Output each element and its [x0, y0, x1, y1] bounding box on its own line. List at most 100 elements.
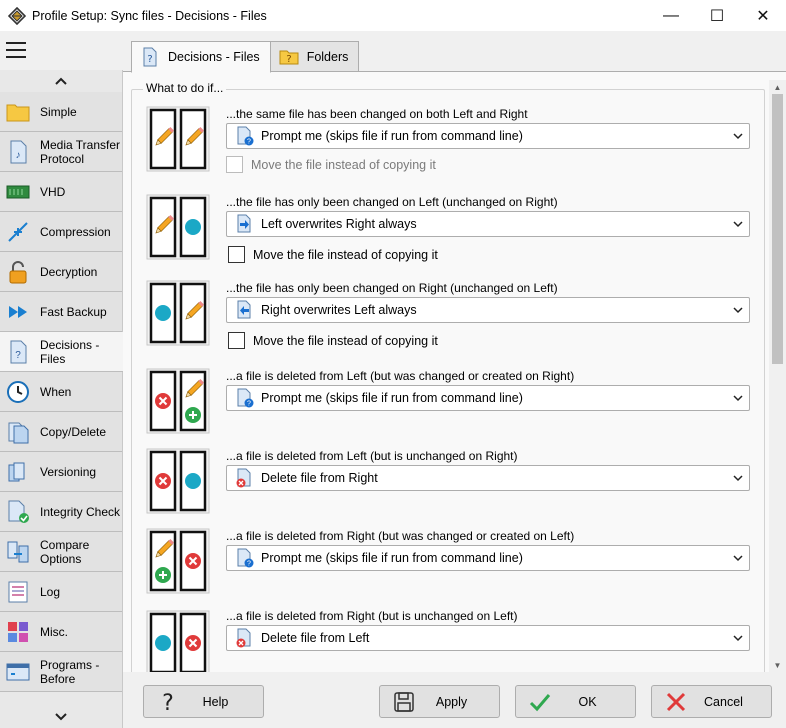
vhd-icon	[6, 185, 30, 198]
decision-dropdown[interactable]: ? Prompt me (skips file if run from comma…	[226, 385, 750, 411]
move-file-checkbox[interactable]	[228, 332, 245, 349]
sidebar-item[interactable]: Fast Backup	[0, 292, 122, 332]
chevron-down-icon	[733, 221, 743, 228]
cancel-button[interactable]: Cancel	[651, 685, 772, 718]
sidebar-scroll-down-button[interactable]	[0, 706, 122, 728]
sidebar-item[interactable]: VHD	[0, 172, 122, 212]
prompt-icon: ?	[237, 126, 254, 146]
svg-text:?: ?	[247, 401, 251, 408]
move-file-checkbox-row[interactable]: Move the file instead of copying it	[228, 246, 438, 263]
sidebar-item-label: Log	[40, 584, 61, 599]
sidebar-item-label: Decryption	[40, 264, 98, 279]
right-changed-icon	[146, 280, 210, 346]
dropdown-value: Prompt me (skips file if run from comman…	[261, 129, 523, 143]
app-logo-icon	[8, 6, 26, 25]
sidebar-item[interactable]: When	[0, 372, 122, 412]
maximize-button[interactable]: ☐	[694, 0, 740, 31]
sidebar-item[interactable]: Compression	[0, 212, 122, 252]
decision-file-icon: ?	[10, 340, 27, 363]
sidebar-item[interactable]: Decryption	[0, 252, 122, 292]
sidebar-item[interactable]: Compare Options	[0, 532, 122, 572]
move-file-checkbox-row[interactable]: Move the file instead of copying it	[228, 332, 438, 349]
compression-icon	[8, 221, 28, 242]
apply-button[interactable]: Apply	[379, 685, 500, 718]
move-file-checkbox-row: Move the file instead of copying it	[226, 156, 436, 173]
move-file-label: Move the file instead of copying it	[253, 247, 438, 262]
sidebar-scroll-up-button[interactable]	[0, 70, 122, 92]
minimize-button[interactable]: —	[648, 0, 694, 31]
tab-folders[interactable]: ? Folders	[269, 41, 360, 72]
decision-dropdown[interactable]: Delete file from Right	[226, 465, 750, 491]
decision-rule: ...a file is deleted from Right (but was…	[146, 528, 756, 598]
clock-icon	[7, 380, 29, 403]
dropdown-value: Left overwrites Right always	[261, 217, 417, 231]
ok-button[interactable]: OK	[515, 685, 636, 718]
chevron-down-icon	[733, 475, 743, 482]
sidebar-item[interactable]: Log	[0, 572, 122, 612]
decision-dropdown[interactable]: Right overwrites Left always	[226, 297, 750, 323]
rule-title: ...a file is deleted from Right (but was…	[226, 529, 575, 543]
decision-dropdown[interactable]: Delete file from Left	[226, 625, 750, 651]
chevron-down-icon	[55, 713, 67, 721]
maximize-icon: ☐	[709, 7, 725, 25]
tab-label: Folders	[306, 50, 349, 64]
sidebar-item-label: Programs - Before	[40, 657, 100, 686]
tab-decisions-files[interactable]: ? Decisions - Files	[131, 41, 271, 73]
move-file-checkbox[interactable]	[228, 246, 245, 263]
scrollbar-thumb[interactable]	[772, 94, 783, 364]
prompt-icon: ?	[237, 548, 254, 568]
unlock-icon	[9, 260, 27, 283]
scroll-down-arrow-icon[interactable]: ▼	[769, 658, 786, 672]
fast-forward-icon	[9, 305, 27, 318]
folder-icon	[6, 104, 30, 121]
sidebar-item[interactable]: ? Decisions - Files	[0, 332, 123, 372]
compare-options-icon	[7, 541, 29, 562]
chevron-down-icon	[733, 307, 743, 314]
scroll-up-arrow-icon[interactable]: ▲	[769, 80, 786, 94]
sidebar-item[interactable]: ♪ Media Transfer Protocol	[0, 132, 122, 172]
sidebar-item-label: Compare Options	[40, 537, 90, 566]
versioning-icon	[8, 462, 25, 481]
sidebar-item-label: Misc.	[40, 624, 68, 639]
move-file-label: Move the file instead of copying it	[251, 157, 436, 172]
help-label: Help	[202, 694, 229, 709]
chevron-down-icon	[733, 133, 743, 140]
rule-title: ...a file is deleted from Right (but is …	[226, 609, 518, 623]
deleted-right-unchanged-left-icon	[146, 610, 210, 676]
sidebar-item[interactable]: Integrity Check	[0, 492, 122, 532]
decision-rule: ...a file is deleted from Left (but is u…	[146, 448, 756, 518]
decision-dropdown[interactable]: ? Prompt me (skips file if run from comma…	[226, 123, 750, 149]
deleted-right-changed-left-icon	[146, 528, 210, 594]
decision-dropdown[interactable]: ? Prompt me (skips file if run from comma…	[226, 545, 750, 571]
arrow-left-icon	[237, 300, 251, 319]
left-changed-icon	[146, 194, 210, 260]
group-title: What to do if...	[143, 81, 227, 95]
log-icon	[8, 581, 28, 602]
dropdown-value: Prompt me (skips file if run from comman…	[261, 551, 523, 565]
hamburger-menu-icon[interactable]	[6, 42, 28, 60]
decision-rule: ...a file is deleted from Right (but is …	[146, 608, 756, 678]
sidebar-item[interactable]: Versioning	[0, 452, 122, 492]
close-window-button[interactable]: ✕	[740, 0, 786, 31]
title-bar: Profile Setup: Sync files - Decisions - …	[0, 0, 786, 31]
sidebar-item[interactable]: Programs - Before	[0, 652, 122, 692]
sidebar-item[interactable]: Misc.	[0, 612, 122, 652]
help-button[interactable]: ? Help	[143, 685, 264, 718]
arrow-right-icon	[237, 214, 251, 233]
programs-before-icon	[6, 663, 30, 680]
dropdown-value: Right overwrites Left always	[261, 303, 417, 317]
chevron-down-icon	[733, 635, 743, 642]
dropdown-value: Delete file from Right	[261, 471, 378, 485]
question-folder-icon: ?	[279, 50, 299, 65]
rule-title: ...a file is deleted from Left (but was …	[226, 369, 575, 383]
sidebar-item[interactable]: Simple	[0, 92, 122, 132]
rule-title: ...the file has only been changed on Lef…	[226, 195, 558, 209]
decision-dropdown[interactable]: Left overwrites Right always	[226, 211, 750, 237]
sidebar-item[interactable]: Copy/Delete	[0, 412, 122, 452]
delete-file-icon	[236, 628, 251, 648]
svg-text:?: ?	[286, 54, 291, 65]
window-title: Profile Setup: Sync files - Decisions - …	[32, 8, 267, 23]
delete-file-icon	[236, 468, 251, 488]
deleted-left-changed-right-icon	[146, 368, 210, 434]
panel-scrollbar[interactable]: ▲ ▼	[769, 80, 786, 672]
